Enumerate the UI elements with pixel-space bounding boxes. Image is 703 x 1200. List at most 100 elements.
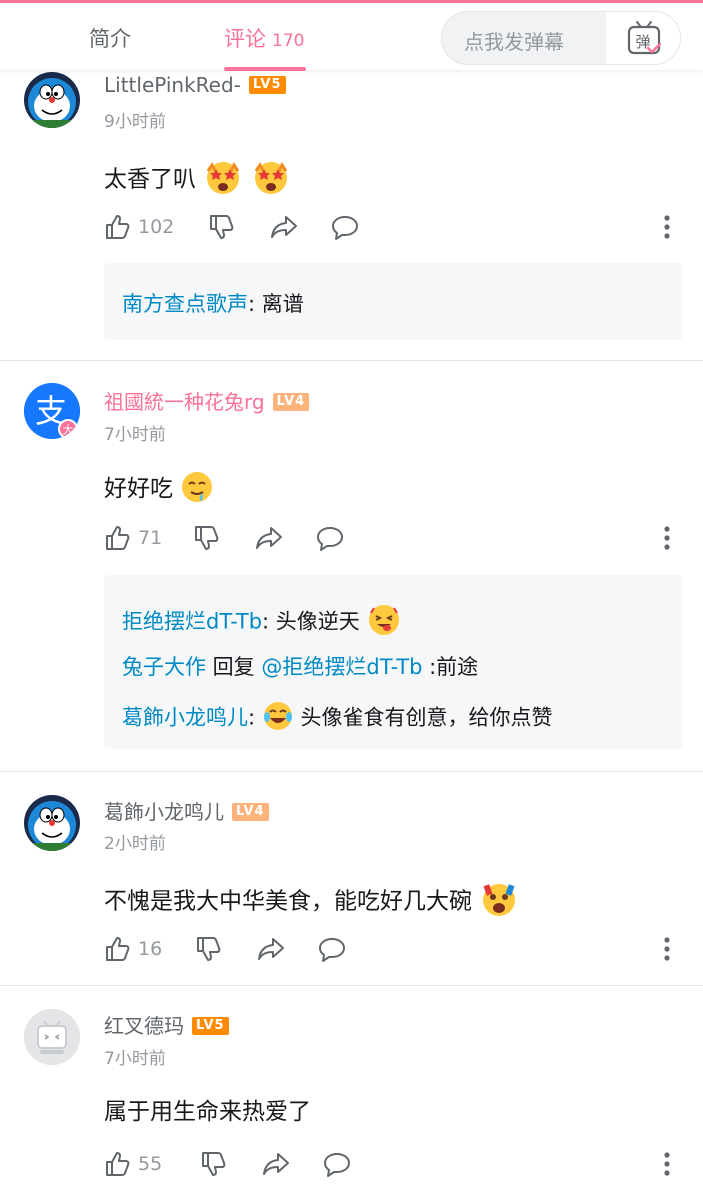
reply-text-continued: 头像雀食有创意，给你点赞	[293, 705, 553, 730]
comment-username[interactable]: 葛飾小龙鸣儿 LV4	[104, 796, 269, 825]
share-button[interactable]	[256, 935, 286, 963]
comment-time: 9小时前	[104, 112, 166, 132]
reply-username[interactable]: 葛飾小龙鸣儿	[122, 706, 248, 730]
username-text: 祖國統一种花兔rg	[104, 390, 265, 414]
like-count: 102	[138, 216, 175, 238]
more-options-button[interactable]	[664, 937, 670, 965]
dislike-button[interactable]	[195, 935, 223, 963]
tab-comments-label: 评论	[224, 27, 266, 51]
thumbs-up-icon	[106, 937, 130, 961]
share-button[interactable]	[269, 213, 299, 241]
reply-button[interactable]	[322, 1150, 352, 1178]
comment-time: 7小时前	[104, 1049, 166, 1069]
tab-comments[interactable]: 评论 170	[224, 23, 304, 53]
doraemon-avatar-icon	[24, 795, 80, 851]
comment-bubble-icon	[319, 938, 345, 962]
reply-button[interactable]	[330, 213, 360, 241]
divider	[0, 771, 703, 772]
level-badge: LV4	[272, 392, 310, 411]
drooling-emoji-icon	[180, 470, 214, 510]
reply-button[interactable]	[317, 935, 347, 963]
more-options-button[interactable]	[664, 1152, 670, 1180]
dislike-button[interactable]	[193, 524, 221, 552]
thumbs-down-icon	[197, 937, 221, 961]
tab-intro[interactable]: 简介	[89, 23, 131, 53]
danmaku-placeholder: 点我发弹幕	[464, 30, 564, 54]
more-vertical-icon	[664, 1152, 670, 1176]
like-count: 55	[138, 1153, 163, 1175]
starstruck-emoji-icon	[251, 157, 291, 203]
avatar[interactable]	[24, 795, 80, 851]
username-text: 红叉德玛	[104, 1014, 184, 1038]
comment-username[interactable]: 祖國統一种花兔rg LV4	[104, 386, 310, 415]
comment-bubble-icon	[317, 527, 343, 551]
comment-bubble-icon	[324, 1153, 350, 1177]
level-badge: LV4	[232, 802, 269, 821]
avatar[interactable]	[24, 1009, 80, 1065]
thumbs-down-icon	[202, 1152, 226, 1176]
comment-text-body: 好好吃	[104, 476, 173, 502]
dislike-button[interactable]	[208, 213, 236, 241]
danmaku-toggle-button[interactable]: 弹	[606, 12, 680, 64]
username-text: 葛飾小龙鸣儿	[104, 800, 224, 824]
comment-time: 7小时前	[104, 425, 166, 445]
more-vertical-icon	[664, 526, 670, 550]
avatar-badge: 大	[63, 423, 74, 437]
comment-text-body: 不愧是我大中华美食，能吃好几大碗	[104, 888, 472, 915]
reply-button[interactable]	[315, 524, 345, 552]
more-vertical-icon	[664, 937, 670, 961]
avatar[interactable]	[24, 72, 80, 128]
comment-text: 属于用生命来热爱了	[104, 1099, 311, 1125]
level-badge: LV5	[192, 1016, 229, 1035]
reply-box[interactable]: 拒绝摆烂dT-Tb: 头像逆天 兔子大作 回复 @拒绝摆烂dT-Tb :前途 葛…	[104, 575, 682, 749]
more-options-button[interactable]	[664, 526, 670, 554]
reply-username[interactable]: 拒绝摆烂dT-Tb	[122, 610, 262, 634]
laughing-tears-emoji-icon	[262, 700, 294, 737]
dislike-button[interactable]	[200, 1150, 228, 1178]
reply-mention[interactable]: @拒绝摆烂dT-Tb	[261, 655, 422, 679]
like-count: 71	[138, 527, 163, 549]
comment-username[interactable]: LittlePinkRed- LV5	[104, 73, 286, 97]
like-count: 16	[138, 938, 163, 960]
more-vertical-icon	[664, 215, 670, 239]
username-text: LittlePinkRed-	[104, 73, 241, 97]
comment-text: 太香了叭	[104, 157, 291, 203]
alipay-avatar-icon: 支 大	[24, 383, 80, 439]
reply-text: :	[248, 705, 256, 730]
reply-connector: 回复	[206, 655, 262, 679]
reply-text: :前途	[422, 655, 479, 679]
divider	[0, 985, 703, 986]
thumbs-down-icon	[195, 526, 219, 550]
share-button[interactable]	[254, 524, 284, 552]
danmaku-input[interactable]: 点我发弹幕 弹	[441, 11, 681, 65]
reply-item: 兔子大作 回复 @拒绝摆烂dT-Tb :前途	[122, 651, 478, 681]
share-button[interactable]	[261, 1150, 291, 1178]
danmaku-tv-icon: 弹	[627, 21, 662, 55]
shocked-emoji-icon	[479, 879, 519, 925]
reply-box[interactable]: 南方查点歌声: 离谱	[104, 263, 682, 340]
share-icon	[263, 1153, 289, 1175]
share-icon	[271, 216, 297, 238]
comment-count: 170	[272, 31, 305, 51]
starstruck-emoji-icon	[203, 157, 243, 203]
avatar[interactable]: 支 大	[24, 383, 80, 439]
more-options-button[interactable]	[664, 215, 670, 243]
level-badge: LV5	[248, 75, 286, 94]
comment-actions: 71	[104, 524, 680, 554]
reply-item: 葛飾小龙鸣儿: 头像雀食有创意，给你点赞	[122, 700, 552, 737]
comment-text: 好好吃	[104, 469, 214, 510]
reply-username[interactable]: 兔子大作	[122, 655, 206, 679]
like-button[interactable]: 71	[104, 524, 162, 552]
like-button[interactable]: 55	[104, 1150, 162, 1178]
header-bar: 简介 评论 170 点我发弹幕 弹	[0, 3, 703, 71]
comment-username[interactable]: 红叉德玛 LV5	[104, 1010, 229, 1039]
thumbs-down-icon	[210, 215, 234, 239]
comment-actions: 102	[104, 213, 680, 243]
like-button[interactable]: 102	[104, 213, 174, 241]
comment-actions: 55	[104, 1150, 680, 1180]
comment-bubble-icon	[332, 216, 358, 240]
reply-username[interactable]: 南方查点歌声	[122, 292, 248, 316]
like-button[interactable]: 16	[104, 935, 162, 963]
reply-text: : 离谱	[248, 292, 304, 316]
thumbs-up-icon	[106, 1152, 130, 1176]
